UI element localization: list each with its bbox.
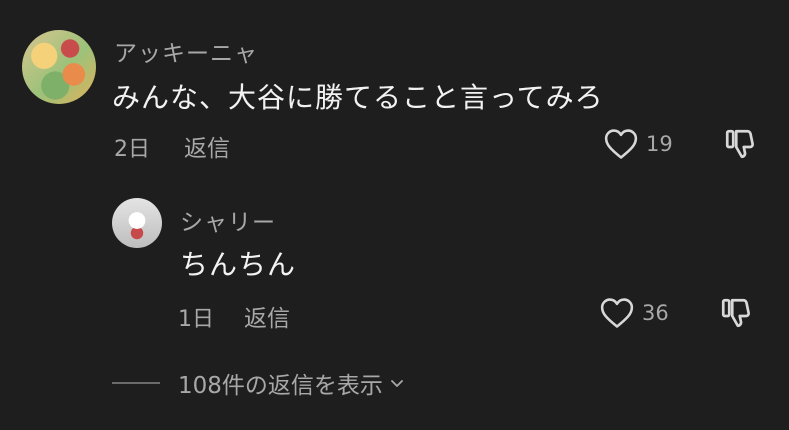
replier-avatar[interactable] [112, 198, 162, 248]
view-replies-button[interactable]: 108件の返信を表示 [112, 366, 405, 400]
commenter-username[interactable]: アッキーニャ [114, 34, 258, 68]
reply-like-button[interactable]: 36 [600, 297, 669, 329]
commenter-avatar[interactable] [22, 30, 96, 104]
reply-text: ちんちん [180, 248, 297, 281]
thumbs-down-icon [722, 126, 758, 162]
reply-dislike-button[interactable] [718, 295, 754, 331]
heart-icon [604, 128, 638, 160]
comment-text: みんな、大谷に勝てること言ってみろ [112, 81, 604, 114]
divider-line [112, 382, 160, 384]
comment-thread: アッキーニャ みんな、大谷に勝てること言ってみろ 2日 返信 19 シャリー ち… [0, 0, 789, 430]
reply-like-count: 36 [642, 301, 669, 325]
reply-reply-button[interactable]: 返信 [244, 299, 290, 333]
view-replies-label: 108件の返信を表示 [178, 373, 383, 399]
comment-reply-button[interactable]: 返信 [184, 129, 230, 163]
heart-icon [600, 297, 634, 329]
chevron-down-icon [389, 375, 405, 391]
comment-like-button[interactable]: 19 [604, 128, 673, 160]
comment-dislike-button[interactable] [722, 126, 758, 162]
comment-like-count: 19 [646, 132, 673, 156]
reply-timestamp: 1日 [178, 307, 214, 332]
replier-username[interactable]: シャリー [180, 203, 276, 237]
comment-timestamp: 2日 [114, 137, 150, 162]
thumbs-down-icon [718, 295, 754, 331]
